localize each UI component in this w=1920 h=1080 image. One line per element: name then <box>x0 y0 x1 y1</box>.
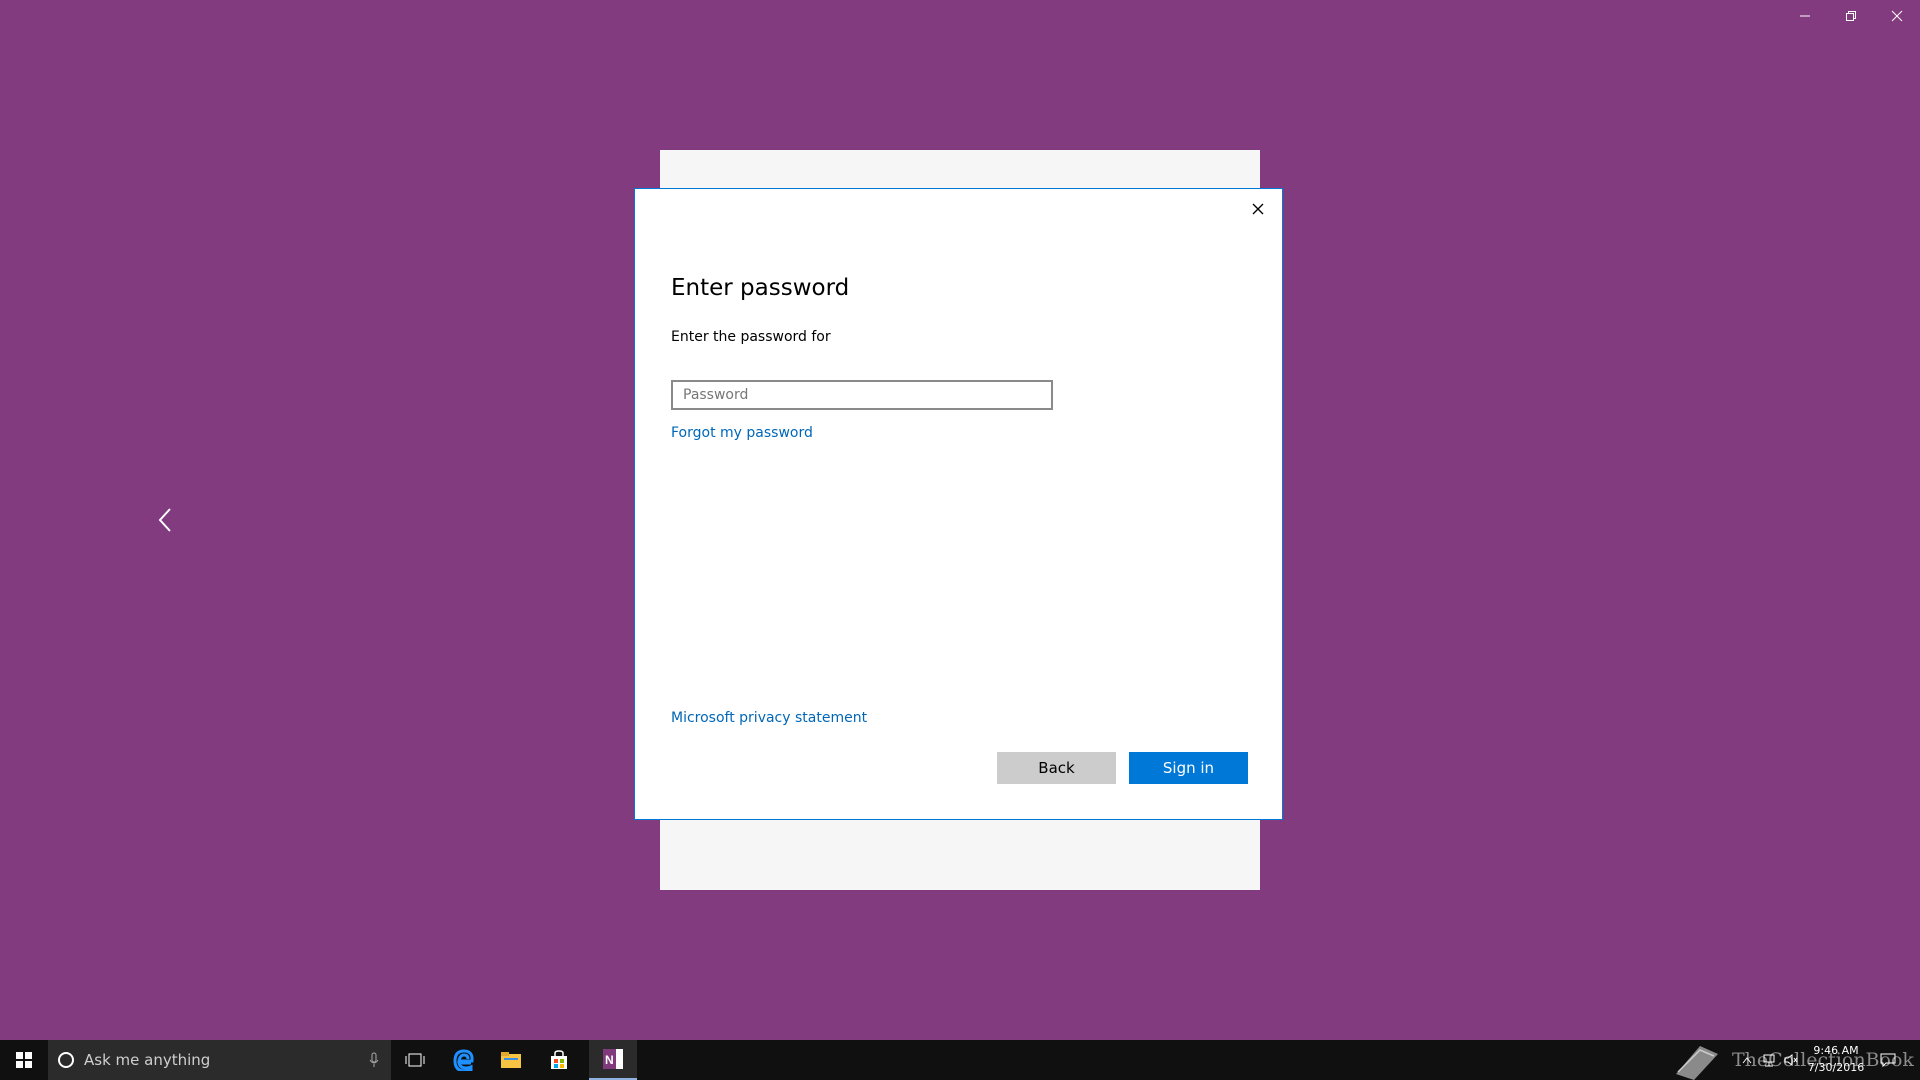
restore-icon <box>1846 11 1856 21</box>
volume-button[interactable] <box>1780 1053 1802 1067</box>
search-box[interactable]: Ask me anything <box>48 1040 391 1080</box>
dialog-subtitle: Enter the password for <box>671 329 831 345</box>
minimize-icon <box>1800 15 1810 17</box>
cortana-icon <box>58 1052 74 1068</box>
store-button[interactable] <box>535 1040 583 1080</box>
back-button[interactable]: Back <box>997 752 1116 784</box>
chevron-up-icon <box>1742 1057 1752 1064</box>
search-placeholder: Ask me anything <box>84 1051 211 1069</box>
file-explorer-button[interactable] <box>487 1040 535 1080</box>
onenote-taskbar-button[interactable]: N <box>589 1040 637 1080</box>
folder-icon <box>501 1052 521 1068</box>
close-icon <box>1891 10 1903 22</box>
task-view-icon <box>405 1053 425 1067</box>
chevron-left-icon <box>158 508 171 532</box>
dialog-title: Enter password <box>671 275 850 301</box>
edge-taskbar-button[interactable] <box>439 1040 487 1080</box>
network-icon <box>1763 1054 1775 1067</box>
task-view-button[interactable] <box>391 1040 439 1080</box>
clock-time: 9:46 AM <box>1813 1044 1859 1057</box>
svg-text:N: N <box>605 1053 614 1067</box>
action-center-button[interactable] <box>1870 1040 1906 1080</box>
volume-muted-icon <box>1784 1054 1798 1066</box>
clock-date: 7/30/2016 <box>1807 1061 1865 1074</box>
taskbar: Ask me anything N TheCollectionBook 9:46… <box>0 1040 1920 1080</box>
system-tray <box>1736 1040 1802 1080</box>
start-button[interactable] <box>0 1040 48 1080</box>
restore-button[interactable] <box>1828 0 1874 32</box>
microphone-icon[interactable] <box>369 1052 379 1068</box>
close-icon <box>1252 203 1264 215</box>
book-logo-icon <box>1676 1046 1718 1080</box>
password-dialog: Enter password Enter the password for Fo… <box>634 188 1283 820</box>
privacy-statement-link[interactable]: Microsoft privacy statement <box>671 710 867 726</box>
notification-icon <box>1880 1053 1896 1068</box>
edge-icon <box>453 1049 474 1071</box>
close-button[interactable] <box>1874 0 1920 32</box>
back-navigation-button[interactable] <box>154 505 178 535</box>
clock[interactable]: 9:46 AM 7/30/2016 <box>1802 1042 1870 1076</box>
password-input[interactable] <box>671 380 1053 410</box>
forgot-password-link[interactable]: Forgot my password <box>671 425 813 441</box>
dialog-close-button[interactable] <box>1244 195 1272 223</box>
onenote-icon: N <box>603 1049 623 1069</box>
show-hidden-icons-button[interactable] <box>1736 1056 1758 1064</box>
store-bag-icon <box>551 1050 567 1069</box>
minimize-button[interactable] <box>1782 0 1828 32</box>
sign-in-button[interactable]: Sign in <box>1129 752 1248 784</box>
window-controls <box>1782 0 1920 32</box>
network-button[interactable] <box>1758 1053 1780 1067</box>
windows-logo-icon <box>16 1052 32 1068</box>
